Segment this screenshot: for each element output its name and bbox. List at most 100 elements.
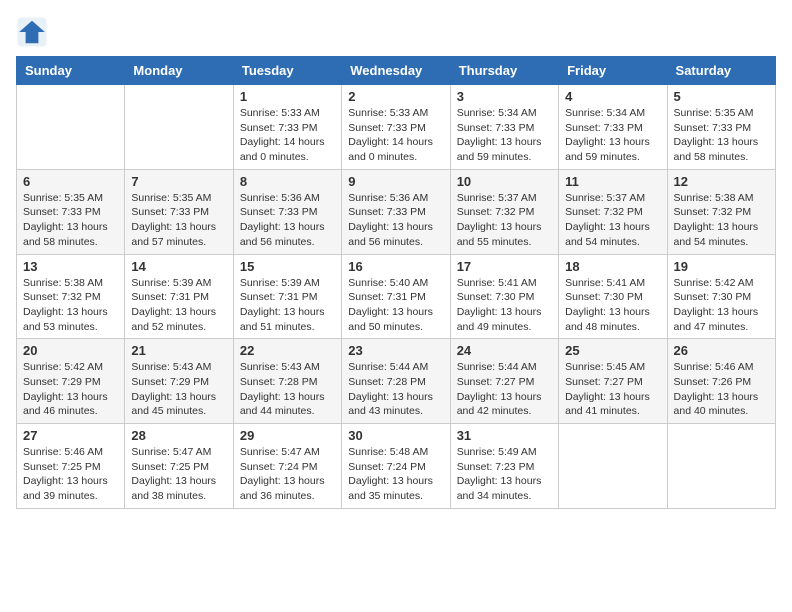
logo-icon [16,16,48,48]
weekday-header-wednesday: Wednesday [342,57,450,85]
day-info: Sunrise: 5:42 AM Sunset: 7:30 PM Dayligh… [674,276,769,335]
day-number: 28 [131,428,226,443]
day-info: Sunrise: 5:38 AM Sunset: 7:32 PM Dayligh… [23,276,118,335]
weekday-header-sunday: Sunday [17,57,125,85]
calendar-week-row: 27 Sunrise: 5:46 AM Sunset: 7:25 PM Dayli… [17,424,776,509]
calendar-cell: 21 Sunrise: 5:43 AM Sunset: 7:29 PM Dayli… [125,339,233,424]
day-info: Sunrise: 5:49 AM Sunset: 7:23 PM Dayligh… [457,445,552,504]
day-number: 20 [23,343,118,358]
day-info: Sunrise: 5:43 AM Sunset: 7:28 PM Dayligh… [240,360,335,419]
calendar-header-row: SundayMondayTuesdayWednesdayThursdayFrid… [17,57,776,85]
calendar-cell: 31 Sunrise: 5:49 AM Sunset: 7:23 PM Dayli… [450,424,558,509]
calendar-week-row: 1 Sunrise: 5:33 AM Sunset: 7:33 PM Daylig… [17,85,776,170]
calendar-cell: 22 Sunrise: 5:43 AM Sunset: 7:28 PM Dayli… [233,339,341,424]
calendar-cell: 20 Sunrise: 5:42 AM Sunset: 7:29 PM Dayli… [17,339,125,424]
calendar-cell: 30 Sunrise: 5:48 AM Sunset: 7:24 PM Dayli… [342,424,450,509]
calendar-cell: 28 Sunrise: 5:47 AM Sunset: 7:25 PM Dayli… [125,424,233,509]
day-number: 11 [565,174,660,189]
day-info: Sunrise: 5:39 AM Sunset: 7:31 PM Dayligh… [131,276,226,335]
day-number: 14 [131,259,226,274]
day-info: Sunrise: 5:33 AM Sunset: 7:33 PM Dayligh… [240,106,335,165]
weekday-header-tuesday: Tuesday [233,57,341,85]
day-number: 15 [240,259,335,274]
day-info: Sunrise: 5:44 AM Sunset: 7:27 PM Dayligh… [457,360,552,419]
calendar-cell: 3 Sunrise: 5:34 AM Sunset: 7:33 PM Daylig… [450,85,558,170]
day-number: 23 [348,343,443,358]
calendar-cell [667,424,775,509]
weekday-header-friday: Friday [559,57,667,85]
day-info: Sunrise: 5:40 AM Sunset: 7:31 PM Dayligh… [348,276,443,335]
day-number: 13 [23,259,118,274]
day-info: Sunrise: 5:47 AM Sunset: 7:24 PM Dayligh… [240,445,335,504]
day-info: Sunrise: 5:47 AM Sunset: 7:25 PM Dayligh… [131,445,226,504]
day-info: Sunrise: 5:48 AM Sunset: 7:24 PM Dayligh… [348,445,443,504]
day-info: Sunrise: 5:46 AM Sunset: 7:26 PM Dayligh… [674,360,769,419]
day-number: 18 [565,259,660,274]
day-info: Sunrise: 5:36 AM Sunset: 7:33 PM Dayligh… [240,191,335,250]
calendar-week-row: 6 Sunrise: 5:35 AM Sunset: 7:33 PM Daylig… [17,169,776,254]
day-number: 5 [674,89,769,104]
day-number: 29 [240,428,335,443]
day-number: 25 [565,343,660,358]
calendar-cell: 8 Sunrise: 5:36 AM Sunset: 7:33 PM Daylig… [233,169,341,254]
day-info: Sunrise: 5:38 AM Sunset: 7:32 PM Dayligh… [674,191,769,250]
day-number: 31 [457,428,552,443]
calendar-cell: 25 Sunrise: 5:45 AM Sunset: 7:27 PM Dayli… [559,339,667,424]
calendar-cell: 2Sunrise: 5:33 AM Sunset: 7:33 PM Daylig… [342,85,450,170]
page-header [16,16,776,48]
day-number: 1 [240,89,335,104]
calendar-cell [125,85,233,170]
day-info: Sunrise: 5:35 AM Sunset: 7:33 PM Dayligh… [674,106,769,165]
calendar-cell: 15 Sunrise: 5:39 AM Sunset: 7:31 PM Dayli… [233,254,341,339]
day-number: 9 [348,174,443,189]
calendar-cell: 24Sunrise: 5:44 AM Sunset: 7:27 PM Dayli… [450,339,558,424]
day-info: Sunrise: 5:41 AM Sunset: 7:30 PM Dayligh… [457,276,552,335]
weekday-header-saturday: Saturday [667,57,775,85]
logo [16,16,52,48]
calendar-cell: 26 Sunrise: 5:46 AM Sunset: 7:26 PM Dayli… [667,339,775,424]
calendar-cell [559,424,667,509]
day-number: 30 [348,428,443,443]
day-info: Sunrise: 5:37 AM Sunset: 7:32 PM Dayligh… [457,191,552,250]
day-number: 19 [674,259,769,274]
calendar-cell: 18Sunrise: 5:41 AM Sunset: 7:30 PM Dayli… [559,254,667,339]
day-number: 8 [240,174,335,189]
calendar-cell [17,85,125,170]
day-info: Sunrise: 5:42 AM Sunset: 7:29 PM Dayligh… [23,360,118,419]
day-number: 17 [457,259,552,274]
day-info: Sunrise: 5:46 AM Sunset: 7:25 PM Dayligh… [23,445,118,504]
day-info: Sunrise: 5:34 AM Sunset: 7:33 PM Dayligh… [565,106,660,165]
day-info: Sunrise: 5:43 AM Sunset: 7:29 PM Dayligh… [131,360,226,419]
calendar-cell: 29 Sunrise: 5:47 AM Sunset: 7:24 PM Dayli… [233,424,341,509]
calendar-week-row: 20 Sunrise: 5:42 AM Sunset: 7:29 PM Dayli… [17,339,776,424]
calendar-cell: 9Sunrise: 5:36 AM Sunset: 7:33 PM Daylig… [342,169,450,254]
day-info: Sunrise: 5:34 AM Sunset: 7:33 PM Dayligh… [457,106,552,165]
day-info: Sunrise: 5:33 AM Sunset: 7:33 PM Dayligh… [348,106,443,165]
day-number: 6 [23,174,118,189]
day-number: 12 [674,174,769,189]
calendar-cell: 5 Sunrise: 5:35 AM Sunset: 7:33 PM Daylig… [667,85,775,170]
calendar-cell: 1 Sunrise: 5:33 AM Sunset: 7:33 PM Daylig… [233,85,341,170]
day-number: 27 [23,428,118,443]
day-info: Sunrise: 5:44 AM Sunset: 7:28 PM Dayligh… [348,360,443,419]
day-info: Sunrise: 5:45 AM Sunset: 7:27 PM Dayligh… [565,360,660,419]
day-number: 21 [131,343,226,358]
day-number: 26 [674,343,769,358]
calendar-cell: 27 Sunrise: 5:46 AM Sunset: 7:25 PM Dayli… [17,424,125,509]
day-number: 22 [240,343,335,358]
day-number: 3 [457,89,552,104]
calendar-cell: 11Sunrise: 5:37 AM Sunset: 7:32 PM Dayli… [559,169,667,254]
day-number: 16 [348,259,443,274]
calendar-cell: 19 Sunrise: 5:42 AM Sunset: 7:30 PM Dayli… [667,254,775,339]
calendar-cell: 7Sunrise: 5:35 AM Sunset: 7:33 PM Daylig… [125,169,233,254]
calendar-week-row: 13 Sunrise: 5:38 AM Sunset: 7:32 PM Dayli… [17,254,776,339]
calendar-cell: 10 Sunrise: 5:37 AM Sunset: 7:32 PM Dayli… [450,169,558,254]
weekday-header-thursday: Thursday [450,57,558,85]
calendar-cell: 6 Sunrise: 5:35 AM Sunset: 7:33 PM Daylig… [17,169,125,254]
day-number: 4 [565,89,660,104]
calendar-table: SundayMondayTuesdayWednesdayThursdayFrid… [16,56,776,509]
day-number: 10 [457,174,552,189]
day-info: Sunrise: 5:39 AM Sunset: 7:31 PM Dayligh… [240,276,335,335]
day-info: Sunrise: 5:35 AM Sunset: 7:33 PM Dayligh… [23,191,118,250]
calendar-cell: 16 Sunrise: 5:40 AM Sunset: 7:31 PM Dayli… [342,254,450,339]
